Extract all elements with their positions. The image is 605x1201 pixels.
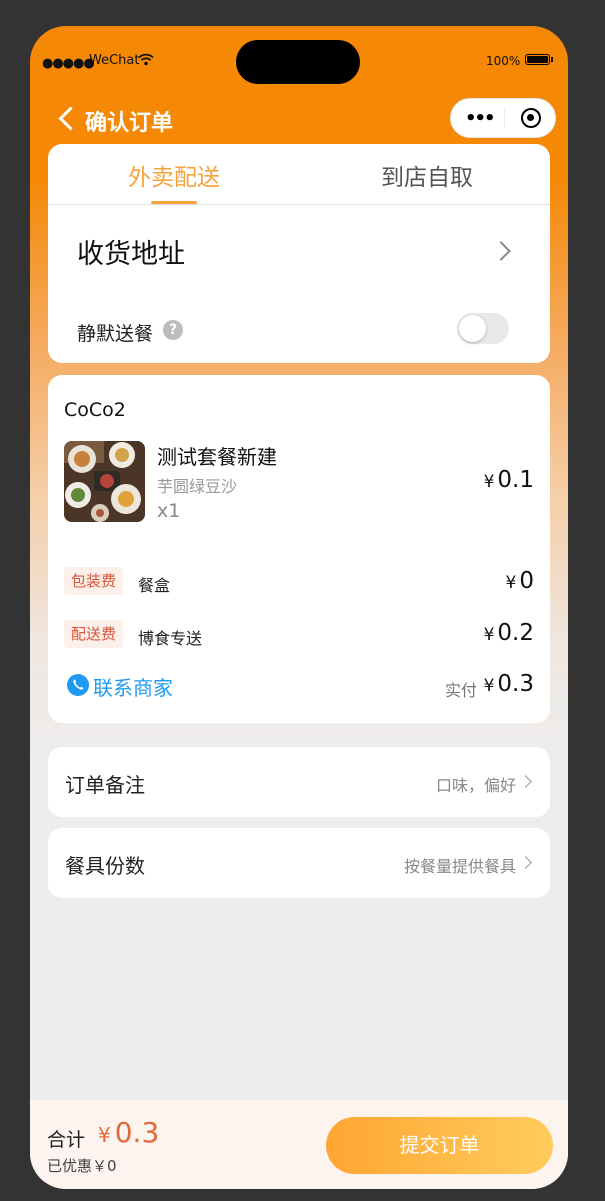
order-remark-value: 口味，偏好 [435,776,516,795]
battery-cap [551,57,553,62]
utensils-value: 按餐量提供餐具 [403,857,516,876]
order-remark-label: 订单备注 [65,773,145,797]
tab-pickup[interactable]: 到店自取 [381,158,473,192]
food-quantity: x1 [157,500,181,522]
currency-symbol: ¥ [483,676,495,696]
silent-delivery-label: 静默送餐 [77,323,154,345]
shop-name: CoCo2 [64,399,126,421]
phone-icon[interactable] [67,674,89,696]
food-name: 测试套餐新建 [157,445,277,469]
order-card: CoCo2 测试套餐新建 芋圆绿豆沙 x1 ¥0.1 包装费 餐盒 ¥ 0 配送… [48,375,550,723]
utensils-label: 餐具份数 [65,854,145,878]
toggle-knob [459,315,486,342]
battery-percent: 100% [486,54,521,68]
nav-bar: 确认订单 ••• [30,96,568,142]
discount-text: 已优惠￥0 [47,1157,117,1175]
food-price: ¥0.1 [484,467,534,493]
back-icon[interactable] [56,104,76,134]
chevron-right-icon [519,856,532,869]
packaging-fee-name: 餐盒 [138,576,171,595]
food-price-value: 0.1 [497,467,534,493]
checkout-bar: 合计 ¥0.3 已优惠￥0 提交订单 [30,1100,568,1189]
capsule-divider [504,108,505,128]
paid-price-value: 0.3 [497,671,534,697]
packaging-fee-tag: 包装费 [64,567,124,595]
currency-symbol: ¥ [483,472,495,492]
page-title: 确认订单 [85,111,174,136]
contact-merchant-link[interactable]: 联系商家 [93,672,173,701]
chevron-right-icon[interactable] [491,241,511,261]
battery-icon [525,54,550,65]
dynamic-island [236,40,360,84]
total-amount: ¥0.3 [98,1116,159,1149]
wifi-icon [138,53,154,70]
signal-icon: ●●●●● [42,56,95,71]
help-icon[interactable]: ? [163,320,183,340]
miniprogram-capsule: ••• [450,98,556,138]
packaging-fee-value: 0 [519,568,534,594]
food-image [64,441,145,522]
total-amount-value: 0.3 [114,1116,160,1149]
delivery-fee-price: ¥0.2 [484,620,534,646]
currency-symbol: ¥ [483,625,495,645]
currency-symbol: ¥ [98,1123,111,1147]
close-miniprogram-icon[interactable] [521,108,541,128]
carrier-name: WeChat [89,53,140,68]
submit-order-button[interactable]: 提交订单 [326,1117,553,1174]
order-remark-row[interactable]: 订单备注 口味，偏好 [48,747,550,817]
delivery-fee-value: 0.2 [497,620,534,646]
packaging-fee-price: ¥0 [506,568,534,594]
food-spec: 芋圆绿豆沙 [157,477,238,496]
more-icon[interactable]: ••• [465,108,495,129]
address-selector[interactable]: 收货地址 [77,232,185,271]
phone-screen: ●●●●● WeChat 100% 确认订单 ••• 外卖配送 到店自取 收货地… [30,26,568,1189]
delivery-fee-name: 博食专送 [138,629,203,648]
status-bar: ●●●●● WeChat 100% [30,26,568,96]
paid-label: 实付 [445,681,478,700]
currency-symbol: ¥ [505,573,517,593]
silent-delivery-toggle[interactable] [457,313,509,344]
delivery-card: 外卖配送 到店自取 收货地址 静默送餐 ? [48,144,550,363]
tab-delivery[interactable]: 外卖配送 [128,158,220,192]
chevron-right-icon [519,775,532,788]
tabs-divider [48,204,550,205]
utensils-row[interactable]: 餐具份数 按餐量提供餐具 [48,828,550,898]
total-label: 合计 [47,1129,86,1151]
delivery-fee-tag: 配送费 [64,620,124,648]
paid-price: ¥0.3 [484,671,534,697]
